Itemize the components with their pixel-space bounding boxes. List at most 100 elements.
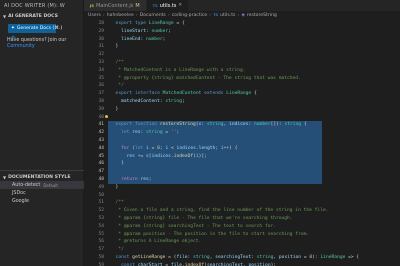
- code-line[interactable]: 33 /**: [84, 59, 400, 67]
- style-option-google[interactable]: Google: [0, 197, 84, 205]
- code-line[interactable]: 57 */: [84, 246, 400, 254]
- code-editor[interactable]: 28 export type LineRange = {29 lineStart…: [84, 20, 400, 266]
- selection-highlight: [108, 160, 322, 169]
- code-line[interactable]: 43: [84, 136, 400, 145]
- code-line[interactable]: 40 ●: [84, 114, 400, 122]
- style-option-label: Auto-detect: [12, 182, 41, 188]
- line-number: 58: [98, 254, 104, 260]
- style-option-jsdoc[interactable]: JSDoc: [0, 189, 84, 197]
- code-line[interactable]: 58 const getLineRange = (file: string, s…: [84, 254, 400, 262]
- code-line[interactable]: 28 export type LineRange = {: [84, 20, 400, 28]
- code-text: export function restoreString(s: string,…: [115, 122, 307, 128]
- tab-label: utils.ts: [159, 2, 177, 9]
- chevron-right-icon: ›: [209, 13, 212, 18]
- chevron-down-icon: ▼: [3, 14, 7, 19]
- function-symbol-icon: ◈: [241, 13, 245, 18]
- code-line[interactable]: 59 const charStart = file.indexOf(search…: [84, 262, 400, 266]
- code-line[interactable]: 55 * @param position - The position in t…: [84, 231, 400, 239]
- tab-label: MainContent.js: [95, 2, 134, 9]
- breadcrumb-item[interactable]: Users: [88, 13, 101, 20]
- line-number: 29: [98, 28, 104, 34]
- generate-docs-section-header[interactable]: ▼ AI GENERATE DOCS: [0, 11, 83, 20]
- breadcrumb-item[interactable]: Documents: [140, 13, 166, 20]
- chevron-right-icon: ›: [102, 13, 105, 18]
- code-text: * @returns A LineRange object.: [110, 239, 202, 245]
- selection-highlight: [108, 136, 322, 145]
- code-line[interactable]: 47: [84, 168, 400, 176]
- line-number: 52: [98, 208, 104, 214]
- code-line[interactable]: 44 for (let i = 0; i < indices.length; i…: [84, 144, 400, 153]
- lightbulb-icon[interactable]: ●: [105, 114, 108, 122]
- line-number: 57: [98, 247, 104, 253]
- chevron-right-icon: ›: [167, 13, 170, 18]
- code-line[interactable]: 35 * @property {string} matchedContent -…: [84, 75, 400, 83]
- style-option-label: Google: [12, 198, 29, 204]
- code-line[interactable]: 32: [84, 51, 400, 59]
- modified-indicator: M: [135, 2, 140, 9]
- community-prompt: Have questions? Join our Community: [7, 38, 81, 50]
- code-line[interactable]: 52 * Given a file and a string, find the…: [84, 207, 400, 215]
- code-text: }: [110, 106, 119, 112]
- code-line[interactable]: 34 * MatchedContent is a LineRange with …: [84, 67, 400, 75]
- code-line[interactable]: 54 * @param {string} searchingText - The…: [84, 223, 400, 231]
- generate-docs-button[interactable]: ✦ Generate Docs (⌘.): [8, 24, 62, 33]
- code-text: }: [110, 184, 119, 190]
- code-line[interactable]: 49 }: [84, 184, 400, 192]
- code-text: }: [110, 44, 119, 50]
- line-number: 47: [98, 169, 104, 175]
- selection-highlight: [108, 168, 322, 176]
- code-line[interactable]: 50: [84, 192, 400, 200]
- code-line[interactable]: 30 lineEnd: number;: [84, 36, 400, 44]
- tab-maincontent[interactable]: JS MainContent.js M: [84, 0, 147, 11]
- code-line[interactable]: 38 matchedContent: string;: [84, 98, 400, 106]
- line-number: 56: [98, 239, 104, 245]
- line-number: 37: [98, 91, 104, 97]
- chevron-right-icon: ›: [237, 13, 240, 18]
- code-text: lineEnd: number;: [121, 36, 166, 42]
- code-line[interactable]: 36 */: [84, 82, 400, 90]
- line-number: 41: [98, 122, 104, 128]
- code-text: const getLineRange = (file: string, sear…: [115, 254, 360, 260]
- line-number: 31: [98, 44, 104, 50]
- code-line[interactable]: 45 res += s[indices.indexOf(i)];: [84, 152, 400, 161]
- line-number: 43: [98, 137, 104, 143]
- code-text: * @property {string} matchedContent - Th…: [110, 75, 301, 81]
- code-line[interactable]: 53 * @param {string} file - The file tha…: [84, 215, 400, 223]
- code-line[interactable]: 41 export function restoreString(s: stri…: [84, 121, 400, 130]
- breadcrumb-item[interactable]: utils.ts: [220, 13, 235, 20]
- code-text: /**: [115, 200, 124, 206]
- line-number: 32: [98, 52, 104, 58]
- style-option-auto-detect[interactable]: Auto-detect Default: [0, 181, 84, 189]
- default-badge: Default: [43, 182, 58, 188]
- chevron-down-icon: ▼: [3, 175, 7, 180]
- generate-docs-section-label: AI GENERATE DOCS: [8, 14, 58, 19]
- code-line[interactable]: 42 let res: string = '';: [84, 129, 400, 137]
- code-text: */: [110, 247, 124, 253]
- code-line[interactable]: 31 }: [84, 43, 400, 51]
- breadcrumb-item[interactable]: coding-practice: [172, 13, 208, 20]
- line-number: 34: [98, 67, 104, 73]
- tab-utils[interactable]: TS utils.ts ✕: [146, 0, 190, 11]
- code-line[interactable]: 48 return res;: [84, 175, 400, 184]
- line-number: 51: [98, 200, 104, 206]
- documentation-style-header[interactable]: ▼ DOCUMENTATION STYLE: [0, 170, 84, 181]
- line-number: 38: [98, 98, 104, 104]
- code-text: export interface MatchedContent extends …: [115, 91, 257, 97]
- code-line[interactable]: 29 lineStart: number;: [84, 28, 400, 36]
- code-line[interactable]: 56 * @returns A LineRange object.: [84, 238, 400, 246]
- code-line[interactable]: 37 export interface MatchedContent exten…: [84, 90, 400, 98]
- code-text: let res: string = '';: [121, 130, 180, 136]
- breadcrumb-item[interactable]: hahnbeelee: [107, 13, 134, 20]
- code-line[interactable]: 51 /**: [84, 199, 400, 207]
- line-number: 46: [98, 161, 104, 167]
- code-line[interactable]: 46 }: [84, 160, 400, 169]
- code-text: for (let i = 0; i < indices.length; i++)…: [121, 145, 238, 151]
- community-link[interactable]: Community: [7, 44, 35, 49]
- breadcrumb-item[interactable]: restoreString: [247, 13, 277, 20]
- line-number: 50: [98, 192, 104, 198]
- close-icon[interactable]: ✕: [178, 3, 182, 8]
- code-text: lineStart: number;: [121, 28, 171, 34]
- line-number: 28: [98, 21, 104, 26]
- code-line[interactable]: 39 }: [84, 106, 400, 114]
- line-number: 42: [98, 130, 104, 136]
